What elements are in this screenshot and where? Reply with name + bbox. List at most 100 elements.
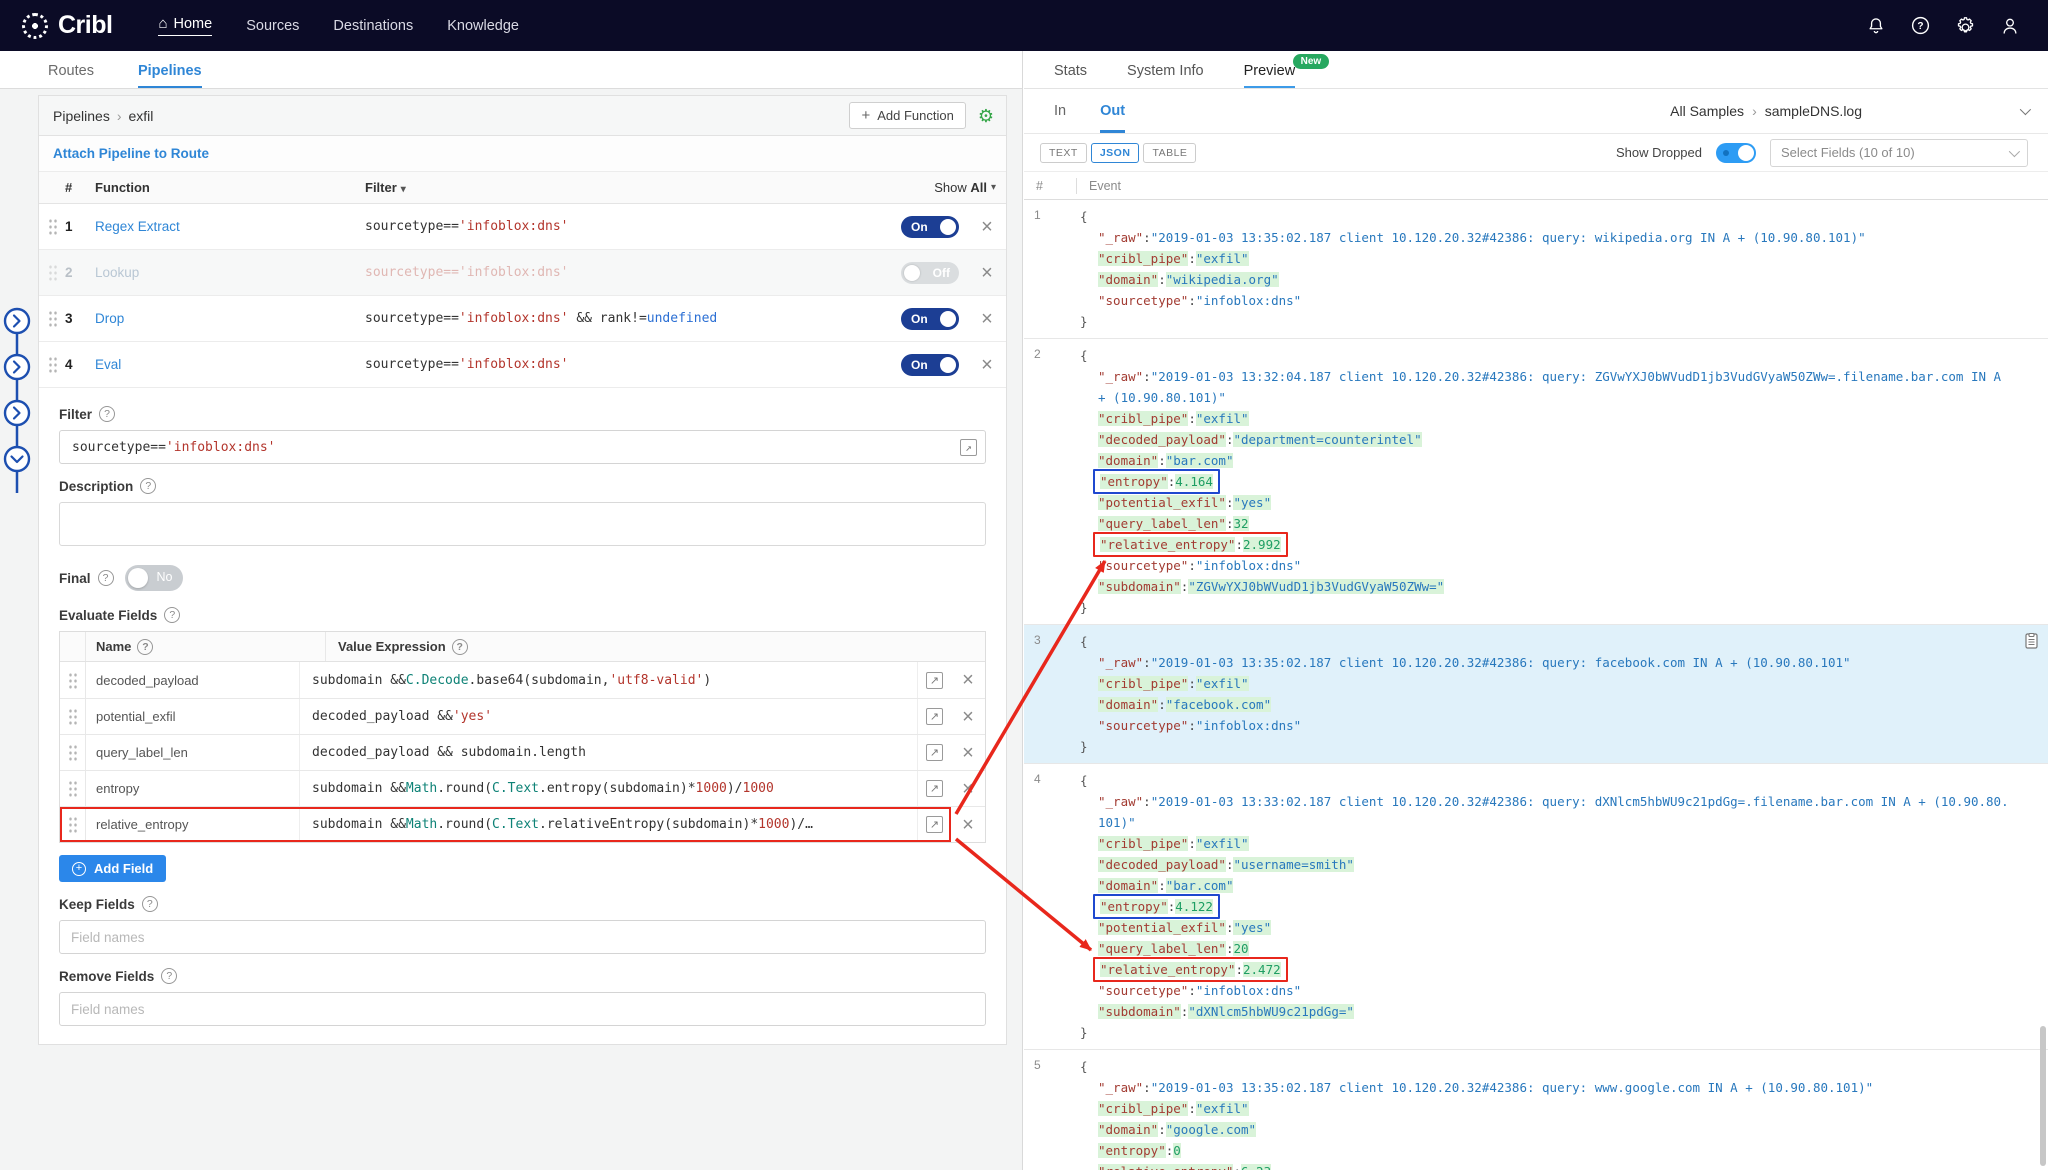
- nav-item-home[interactable]: ⌂Home: [158, 16, 212, 36]
- remove-function-icon[interactable]: ×: [981, 217, 993, 237]
- eval-field-expression[interactable]: subdomain && C.Decode.base64(subdomain, …: [300, 662, 917, 698]
- function-name-link[interactable]: Regex Extract: [95, 219, 180, 234]
- expand-editor-icon[interactable]: ↗: [926, 780, 943, 797]
- description-input[interactable]: [59, 502, 986, 546]
- keep-fields-help-icon[interactable]: ?: [142, 896, 158, 912]
- remove-field-icon[interactable]: ×: [962, 743, 974, 763]
- pipeline-settings-gear-icon[interactable]: ⚙: [978, 107, 994, 125]
- function-row-regex-extract[interactable]: 1Regex Extractsourcetype=='infoblox:dns'…: [39, 204, 1006, 250]
- remove-fields-help-icon[interactable]: ?: [161, 968, 177, 984]
- cribl-brand[interactable]: Cribl: [22, 11, 112, 40]
- view-mode-text[interactable]: TEXT: [1040, 143, 1087, 163]
- breadcrumb-pipelines[interactable]: Pipelines: [53, 108, 110, 124]
- keep-fields-input[interactable]: [59, 920, 986, 954]
- notifications-bell-icon[interactable]: [1866, 16, 1886, 36]
- remove-function-icon[interactable]: ×: [981, 263, 993, 283]
- eval-field-expression[interactable]: subdomain && Math.round(C.Text.entropy(s…: [300, 771, 917, 806]
- function-filter-expression[interactable]: sourcetype=='infoblox:dns': [365, 357, 892, 372]
- eval-field-name[interactable]: query_label_len: [86, 735, 300, 770]
- event-row-5[interactable]: 5{"_raw":"2019-01-03 13:35:02.187 client…: [1024, 1050, 2048, 1170]
- add-field-button[interactable]: + Add Field: [59, 855, 166, 882]
- eval-row-main[interactable]: entropysubdomain && Math.round(C.Text.en…: [60, 771, 951, 806]
- expand-editor-icon[interactable]: ↗: [926, 708, 943, 725]
- select-fields-dropdown[interactable]: Select Fields (10 of 10): [1770, 139, 2028, 167]
- drag-handle-icon[interactable]: [48, 218, 58, 235]
- event-row-1[interactable]: 1{"_raw":"2019-01-03 13:35:02.187 client…: [1024, 200, 2048, 339]
- function-toggle-off[interactable]: Off: [901, 262, 959, 284]
- eval-row-main[interactable]: query_label_lendecoded_payload && subdom…: [60, 735, 951, 770]
- nav-item-destinations[interactable]: Destinations: [333, 18, 413, 34]
- user-account-icon[interactable]: [2000, 16, 2020, 36]
- collapse-function-4-icon[interactable]: [5, 447, 29, 471]
- show-all-dropdown[interactable]: Show All▾: [934, 180, 996, 195]
- events-scrollbar[interactable]: [2040, 1026, 2046, 1166]
- expand-function-1-icon[interactable]: [5, 309, 29, 333]
- remove-function-icon[interactable]: ×: [981, 309, 993, 329]
- expand-editor-icon[interactable]: ↗: [926, 816, 943, 833]
- eval-field-name[interactable]: potential_exfil: [86, 699, 300, 734]
- function-row-eval[interactable]: 4Evalsourcetype=='infoblox:dns'On×: [39, 342, 1006, 388]
- expand-editor-icon[interactable]: ↗: [926, 744, 943, 761]
- copy-event-icon[interactable]: [2025, 633, 2038, 654]
- drag-handle-icon[interactable]: [68, 672, 78, 689]
- final-help-icon[interactable]: ?: [98, 570, 114, 586]
- eval-row-main[interactable]: decoded_payloadsubdomain && C.Decode.bas…: [60, 662, 951, 698]
- tab-pipelines[interactable]: Pipelines: [138, 63, 202, 88]
- eval-field-name[interactable]: relative_entropy: [86, 807, 300, 842]
- sample-selector[interactable]: All Samples › sampleDNS.log: [1670, 103, 2028, 119]
- tab-out[interactable]: Out: [1100, 89, 1125, 133]
- add-function-button[interactable]: + Add Function: [849, 102, 965, 129]
- remove-field-icon[interactable]: ×: [962, 707, 974, 727]
- drag-handle-icon[interactable]: [48, 310, 58, 327]
- expand-editor-icon[interactable]: ↗: [926, 672, 943, 689]
- function-row-lookup[interactable]: 2Lookupsourcetype=='infoblox:dns'Off×: [39, 250, 1006, 296]
- expand-function-2-icon[interactable]: [5, 355, 29, 379]
- view-mode-table[interactable]: TABLE: [1143, 143, 1196, 163]
- eval-field-expression[interactable]: subdomain && Math.round(C.Text.relativeE…: [300, 807, 917, 842]
- function-toggle-on[interactable]: On: [901, 216, 959, 238]
- eval-field-name[interactable]: decoded_payload: [86, 662, 300, 698]
- filter-expression-input[interactable]: sourcetype=='infoblox:dns' ↗: [59, 430, 986, 464]
- tab-system-info[interactable]: System Info: [1127, 63, 1204, 88]
- drag-handle-icon[interactable]: [48, 264, 58, 281]
- drag-handle-icon[interactable]: [68, 780, 78, 797]
- eval-field-name[interactable]: entropy: [86, 771, 300, 806]
- attach-pipeline-link[interactable]: Attach Pipeline to Route: [53, 146, 209, 161]
- tab-in[interactable]: In: [1054, 89, 1066, 133]
- function-filter-expression[interactable]: sourcetype=='infoblox:dns' && rank!=unde…: [365, 311, 892, 326]
- expand-editor-icon[interactable]: ↗: [960, 439, 977, 456]
- remove-field-icon[interactable]: ×: [962, 815, 974, 835]
- event-row-4[interactable]: 4{"_raw":"2019-01-03 13:33:02.187 client…: [1024, 764, 2048, 1050]
- event-row-3[interactable]: 3{"_raw":"2019-01-03 13:35:02.187 client…: [1024, 625, 2048, 764]
- eval-row-main[interactable]: relative_entropysubdomain && Math.round(…: [60, 807, 951, 842]
- remove-field-icon[interactable]: ×: [962, 670, 974, 690]
- drag-handle-icon[interactable]: [48, 356, 58, 373]
- remove-function-icon[interactable]: ×: [981, 355, 993, 375]
- settings-gear-icon[interactable]: [1955, 15, 1976, 36]
- value-help-icon[interactable]: ?: [452, 639, 468, 655]
- function-name-link[interactable]: Drop: [95, 311, 124, 326]
- remove-field-icon[interactable]: ×: [962, 779, 974, 799]
- drag-handle-icon[interactable]: [68, 708, 78, 725]
- description-help-icon[interactable]: ?: [140, 478, 156, 494]
- nav-item-knowledge[interactable]: Knowledge: [447, 18, 519, 34]
- function-filter-expression[interactable]: sourcetype=='infoblox:dns': [365, 265, 892, 280]
- expand-function-3-icon[interactable]: [5, 401, 29, 425]
- evaluate-fields-help-icon[interactable]: ?: [164, 607, 180, 623]
- eval-field-expression[interactable]: decoded_payload && subdomain.length: [300, 735, 917, 770]
- show-dropped-toggle[interactable]: [1716, 143, 1756, 163]
- tab-preview[interactable]: PreviewNew: [1244, 63, 1296, 88]
- remove-fields-input[interactable]: [59, 992, 986, 1026]
- function-filter-expression[interactable]: sourcetype=='infoblox:dns': [365, 219, 892, 234]
- event-row-2[interactable]: 2{"_raw":"2019-01-03 13:32:04.187 client…: [1024, 339, 2048, 625]
- tab-stats[interactable]: Stats: [1054, 63, 1087, 88]
- drag-handle-icon[interactable]: [68, 816, 78, 833]
- function-toggle-on[interactable]: On: [901, 354, 959, 376]
- view-mode-json[interactable]: JSON: [1091, 143, 1140, 163]
- function-row-drop[interactable]: 3Dropsourcetype=='infoblox:dns' && rank!…: [39, 296, 1006, 342]
- function-name-link[interactable]: Eval: [95, 357, 121, 372]
- drag-handle-icon[interactable]: [68, 744, 78, 761]
- function-toggle-on[interactable]: On: [901, 308, 959, 330]
- eval-field-expression[interactable]: decoded_payload && 'yes': [300, 699, 917, 734]
- tab-routes[interactable]: Routes: [48, 63, 94, 88]
